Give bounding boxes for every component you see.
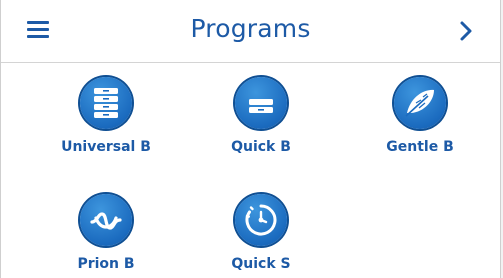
page-title: Programs — [190, 14, 311, 43]
program-gentle-b[interactable]: Gentle B — [350, 77, 490, 155]
prion-wave-icon — [90, 212, 122, 230]
program-icon-button[interactable] — [80, 194, 132, 246]
program-quick-b[interactable]: Quick B — [191, 77, 331, 155]
program-label: Quick B — [231, 139, 291, 155]
header-bar: Programs — [1, 0, 500, 63]
program-label: Prion B — [77, 256, 135, 272]
feather-icon — [405, 89, 434, 117]
stacked-trays-icon — [94, 88, 118, 118]
program-icon-button[interactable] — [80, 77, 132, 129]
programs-screen: Programs Universal B Quick B Gentle B Pr… — [0, 0, 501, 278]
program-label: Quick S — [231, 256, 291, 272]
program-prion-b[interactable]: Prion B — [36, 194, 176, 272]
program-quick-s[interactable]: Quick S — [191, 194, 331, 272]
program-icon-button[interactable] — [394, 77, 446, 129]
program-icon-button[interactable] — [235, 194, 287, 246]
next-page-button[interactable] — [456, 20, 476, 42]
chevron-right-icon — [460, 21, 472, 41]
program-label: Gentle B — [386, 139, 454, 155]
stopwatch-icon — [245, 204, 277, 236]
program-label: Universal B — [61, 139, 151, 155]
program-universal-b[interactable]: Universal B — [36, 77, 176, 155]
single-tray-icon — [249, 99, 273, 113]
program-grid: Universal B Quick B Gentle B Prion B Qui… — [1, 63, 500, 278]
program-icon-button[interactable] — [235, 77, 287, 129]
